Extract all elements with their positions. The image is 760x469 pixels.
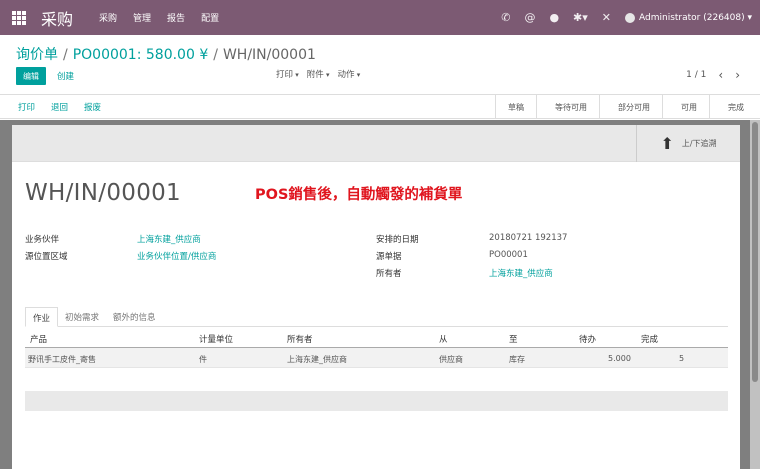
- column-product[interactable]: 产品: [30, 333, 47, 345]
- create-button[interactable]: 创建: [57, 70, 74, 82]
- sidebar-menus: 打印 附件 动作: [276, 68, 360, 80]
- menu-configuration[interactable]: 配置: [193, 11, 227, 24]
- notebook-tabs: 作业 初始需求 额外的信息: [25, 307, 728, 327]
- scrap-button[interactable]: 报废: [84, 101, 101, 113]
- partner-label: 业务伙伴: [25, 235, 60, 245]
- pager-value[interactable]: 1 / 1: [686, 70, 706, 80]
- mention-icon[interactable]: @: [524, 11, 535, 24]
- scheduled-date-label: 安排的日期: [376, 235, 419, 245]
- stage-waiting[interactable]: 等待可用: [536, 95, 599, 119]
- column-from[interactable]: 从: [439, 333, 448, 345]
- stage-draft[interactable]: 草稿: [495, 95, 536, 119]
- user-menu[interactable]: Administrator (226408) ▾: [625, 12, 752, 23]
- breadcrumb-separator: /: [63, 47, 68, 63]
- edit-button[interactable]: 编辑: [16, 67, 46, 85]
- cell-product: 野讯手工皮件_寄售: [28, 355, 96, 364]
- cell-from: 供应商: [439, 355, 463, 364]
- breadcrumb-rfq[interactable]: 询价单: [16, 47, 58, 63]
- form-sheet: ⬆ 上/下追溯 WH/IN/00001 POS銷售後，自動觸發的補貨單 业务伙伴…: [12, 125, 740, 469]
- column-to[interactable]: 至: [509, 333, 518, 345]
- scheduled-date-value: 20180721 192137: [489, 233, 568, 243]
- table-row[interactable]: 野讯手工皮件_寄售 件 上海东建_供应商 供应商 库存 5.000 5: [25, 348, 728, 368]
- attachment-dropdown[interactable]: 附件: [307, 68, 330, 80]
- scrollbar-thumb[interactable]: [752, 122, 758, 382]
- debug-icon[interactable]: ✱▾: [573, 11, 588, 24]
- pager: 1 / 1 ‹ ›: [686, 68, 740, 82]
- app-brand-title: 采购: [41, 9, 74, 29]
- source-location-value[interactable]: 业务伙伴位置/供应商: [137, 250, 216, 262]
- source-location-label: 源位置区域: [25, 252, 68, 262]
- button-box: ⬆ 上/下追溯: [12, 125, 740, 162]
- menu-purchase[interactable]: 采购: [91, 11, 125, 24]
- breadcrumb: 询价单 / PO00001: 580.00 ¥ / WH/IN/00001: [16, 44, 316, 64]
- stage-done[interactable]: 完成: [709, 95, 748, 119]
- chat-icon[interactable]: ●: [549, 11, 559, 24]
- annotation-text: POS銷售後，自動觸發的補貨單: [255, 187, 463, 203]
- arrow-up-icon: ⬆: [660, 134, 674, 153]
- tab-operations[interactable]: 作业: [25, 307, 59, 327]
- stage-available[interactable]: 可用: [662, 95, 709, 119]
- scrollbar[interactable]: [750, 120, 760, 469]
- breadcrumb-current: WH/IN/00001: [222, 47, 316, 63]
- owner-label: 所有者: [376, 269, 402, 279]
- statusbar: 打印 退回 报废 草稿 等待可用 部分可用 可用 完成: [0, 95, 760, 119]
- column-owner[interactable]: 所有者: [287, 333, 313, 345]
- moves-table: 产品 计量单位 所有者 从 至 待办 完成 野讯手工皮件_寄售 件 上海东建_供…: [25, 328, 728, 368]
- return-button[interactable]: 退回: [51, 101, 68, 113]
- systray: ✆ @ ● ✱▾ ✕ Administrator (226408) ▾: [501, 0, 752, 35]
- menu-reports[interactable]: 报告: [159, 11, 193, 24]
- source-document-label: 源单据: [376, 252, 402, 262]
- print-button[interactable]: 打印: [18, 101, 35, 113]
- tab-extra-info[interactable]: 额外的信息: [106, 307, 163, 327]
- apps-menu-icon[interactable]: [12, 10, 26, 25]
- print-dropdown[interactable]: 打印: [276, 68, 299, 80]
- owner-value[interactable]: 上海东建_供应商: [489, 267, 553, 279]
- cell-owner: 上海东建_供应商: [287, 355, 347, 364]
- source-document-value: PO00001: [489, 250, 528, 260]
- column-todo[interactable]: 待办: [579, 333, 596, 345]
- breadcrumb-separator: /: [213, 47, 218, 63]
- tools-icon[interactable]: ✕: [602, 11, 611, 24]
- cell-done: 5: [679, 354, 685, 363]
- table-header: 产品 计量单位 所有者 从 至 待办 完成: [25, 328, 728, 348]
- breadcrumb-po[interactable]: PO00001: 580.00 ¥: [73, 47, 209, 63]
- record-title: WH/IN/00001: [25, 180, 181, 206]
- stage-partially-available[interactable]: 部分可用: [599, 95, 662, 119]
- cell-to: 库存: [509, 355, 525, 364]
- cell-todo: 5.000: [608, 354, 631, 363]
- empty-row: [25, 391, 728, 411]
- status-stages: 草稿 等待可用 部分可用 可用 完成: [495, 95, 748, 119]
- main-navbar: 采购 采购 管理 报告 配置 ✆ @ ● ✱▾ ✕ Administrator …: [0, 0, 760, 35]
- statusbar-buttons: 打印 退回 报废: [18, 95, 101, 119]
- avatar: [625, 12, 636, 23]
- column-done[interactable]: 完成: [641, 333, 658, 345]
- phone-icon[interactable]: ✆: [501, 11, 510, 24]
- action-dropdown[interactable]: 动作: [338, 68, 361, 80]
- column-uom[interactable]: 计量单位: [199, 333, 233, 345]
- traceability-button[interactable]: ⬆ 上/下追溯: [636, 125, 740, 162]
- partner-value[interactable]: 上海东建_供应商: [137, 233, 201, 245]
- pager-previous-icon[interactable]: ‹: [718, 68, 723, 82]
- pager-next-icon[interactable]: ›: [735, 68, 740, 82]
- cell-uom: 件: [199, 355, 207, 364]
- menu-management[interactable]: 管理: [125, 11, 159, 24]
- control-panel: 询价单 / PO00001: 580.00 ¥ / WH/IN/00001 编辑 创建 …: [0, 35, 760, 95]
- traceability-label: 上/下追溯: [681, 139, 717, 148]
- tab-initial-demand[interactable]: 初始需求: [58, 307, 106, 327]
- top-menu: 采购 管理 报告 配置: [91, 11, 227, 24]
- user-name: Administrator (226408) ▾: [639, 12, 752, 23]
